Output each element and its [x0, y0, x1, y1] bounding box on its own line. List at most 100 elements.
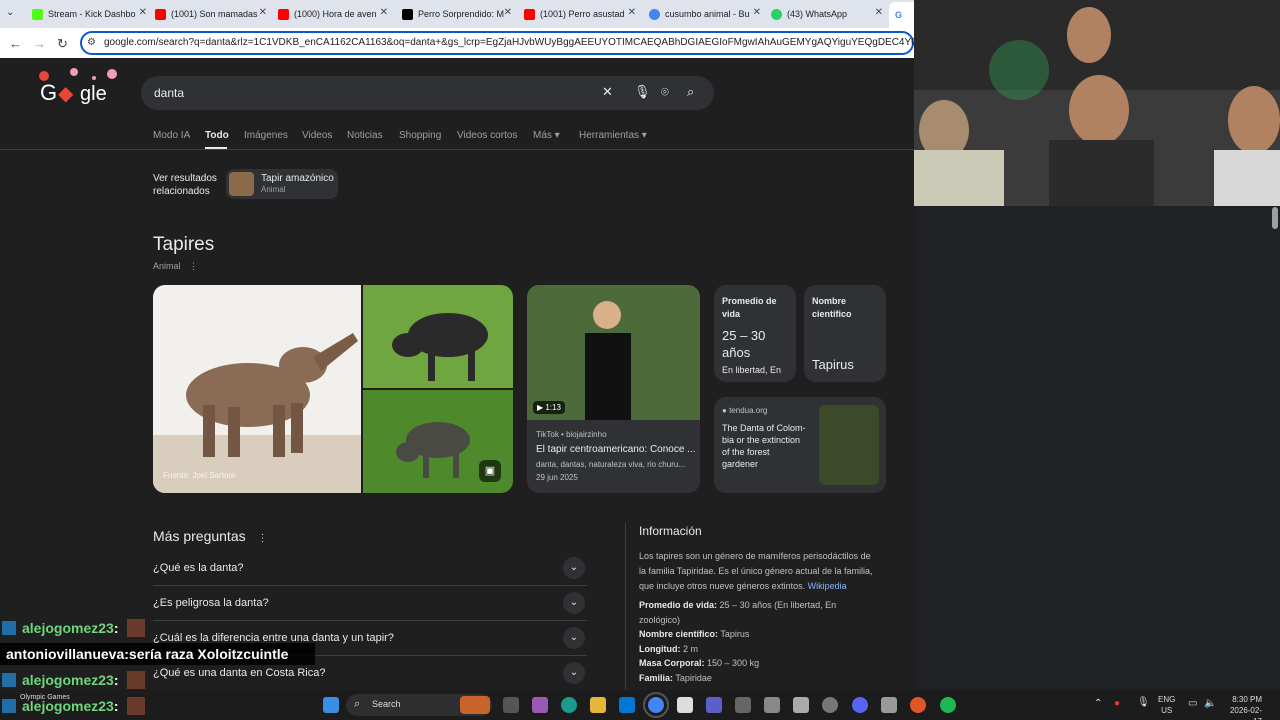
article-card[interactable]: ● tendua.org The Danta of Colom-bia or t… — [714, 397, 886, 493]
fact-row: Masa Corporal: 150 – 300 kg — [639, 658, 760, 668]
file-explorer-icon[interactable] — [590, 697, 606, 713]
display-icon[interactable]: ▭ — [1188, 698, 1197, 709]
clear-icon[interactable]: ✕ — [602, 84, 613, 100]
streamlabs-icon[interactable] — [910, 697, 926, 713]
chrome-icon[interactable] — [643, 692, 669, 718]
youtube-icon — [524, 8, 535, 20]
svg-text:gle: gle — [80, 83, 107, 105]
tab-active-google[interactable]: G — [889, 2, 914, 28]
empty-area — [914, 206, 1280, 690]
chat-message: alejogomez23 : — [2, 695, 145, 717]
windows-start-icon[interactable] — [323, 697, 339, 713]
google-doodle-logo[interactable]: G ◆ gle — [39, 68, 118, 106]
search-icon[interactable]: ⌕ — [687, 84, 694, 100]
tab-tiktok[interactable]: Perro Sorprendido: M ✕ — [402, 4, 512, 24]
gallery-icon[interactable]: ▣ — [479, 460, 501, 482]
reload-icon[interactable]: ↻ — [57, 36, 68, 52]
forward-icon[interactable]: → — [33, 36, 46, 51]
scrollbar-thumb[interactable] — [1272, 207, 1278, 229]
task-view-icon[interactable] — [503, 697, 519, 713]
faq-item[interactable]: ¿Qué es la danta? ⌄ — [153, 551, 587, 586]
tab-youtube-2[interactable]: (1000) Hora de aven ✕ — [278, 4, 388, 24]
badge-icon — [2, 699, 16, 713]
volume-icon[interactable]: 🔈 — [1204, 698, 1216, 709]
microphone-icon[interactable]: 🎙 — [1137, 697, 1150, 708]
fact-row: Nombre científico: Tapirus — [639, 629, 750, 639]
store-icon[interactable] — [677, 697, 693, 713]
tools-icon[interactable] — [764, 697, 780, 713]
language-indicator[interactable]: ENG US — [1158, 694, 1175, 716]
close-icon[interactable]: ✕ — [259, 7, 267, 18]
doodle-flowers-icon: G ◆ gle — [39, 68, 117, 105]
search-box[interactable]: danta ✕ 🎙 ⌾ ⌕ — [141, 76, 714, 110]
tab-noticias[interactable]: Noticias — [347, 130, 383, 141]
video-duration: ▶ 1:13 — [533, 401, 565, 414]
tab-youtube-3[interactable]: (1001) Perro asustad ✕ — [524, 4, 636, 24]
faq-item[interactable]: ¿Es peligrosa la danta? ⌄ — [153, 586, 587, 621]
close-icon[interactable]: ✕ — [504, 7, 512, 18]
search-input[interactable]: danta — [154, 86, 184, 100]
tab-google-search[interactable]: cusumbo animal - Bu ✕ — [649, 4, 761, 24]
webcam-people-image — [914, 0, 1280, 206]
wikipedia-link[interactable]: Wikipedia — [808, 581, 847, 591]
editor-icon[interactable] — [881, 697, 897, 713]
clock[interactable]: 8:30 PM2026-02-17 — [1222, 694, 1262, 720]
copilot-icon[interactable] — [532, 697, 548, 713]
close-icon[interactable]: ✕ — [753, 7, 761, 18]
chevron-up-icon[interactable]: ⌃ — [1094, 698, 1102, 709]
scientific-name-card[interactable]: Nombre científico Tapirus — [804, 285, 886, 382]
vpn-icon[interactable] — [706, 697, 722, 713]
spotify-icon[interactable] — [940, 697, 956, 713]
close-icon[interactable]: ✕ — [628, 7, 636, 18]
tab-todo[interactable]: Todo — [205, 130, 229, 141]
microphone-icon[interactable]: 🎙 — [634, 84, 651, 100]
google-icon — [649, 8, 660, 20]
taskbar-search[interactable]: ⌕ Search — [346, 694, 492, 716]
apps-icon[interactable] — [735, 697, 751, 713]
record-icon[interactable]: ● — [1114, 698, 1120, 709]
entity-title: Tapires — [153, 234, 215, 255]
badge-icon — [2, 621, 16, 635]
tab-imagenes[interactable]: Imágenes — [244, 130, 288, 141]
video-title[interactable]: El tapir centroamericano: Conoce ... — [536, 444, 696, 455]
tab-videos-cortos[interactable]: Videos cortos — [457, 130, 517, 141]
chevron-down-icon[interactable]: ⌄ — [563, 627, 585, 649]
lens-icon[interactable]: ⌾ — [661, 84, 669, 100]
edge-icon[interactable] — [561, 697, 577, 713]
life-span-card[interactable]: Promedio de vida 25 – 30 años En libertad,… — [714, 285, 796, 382]
back-icon[interactable]: ← — [9, 36, 22, 51]
tab-herramientas[interactable]: Herramientas ▾ — [579, 130, 647, 141]
tapir-image-main[interactable]: Fuente: Joel Sartore — [153, 285, 361, 493]
chevron-down-icon[interactable]: ⌄ — [563, 592, 585, 614]
close-icon[interactable]: ✕ — [380, 7, 388, 18]
site-info-icon[interactable]: ⚙ — [87, 37, 96, 48]
tab-search-chevron-icon[interactable]: ⌄ — [6, 7, 14, 18]
video-card[interactable]: ▶ 1:13 TikTok • biojairzinho El tapir ce… — [527, 285, 700, 493]
discord-icon[interactable] — [852, 697, 868, 713]
mail-icon[interactable] — [619, 697, 635, 713]
taskbar — [0, 690, 1280, 720]
chevron-down-icon[interactable]: ⌄ — [563, 557, 585, 579]
tab-mas[interactable]: Más ▾ — [533, 130, 560, 141]
chevron-down-icon[interactable]: ⌄ — [563, 662, 585, 684]
tab-shopping[interactable]: Shopping — [399, 130, 441, 141]
emote-icon — [126, 671, 145, 689]
info-text: que incluye otros nueve géneros extintos… — [639, 581, 847, 591]
tab-modo-ia[interactable]: Modo IA — [153, 130, 190, 141]
more-options-icon[interactable]: ⋮ — [189, 261, 198, 271]
svg-text:G: G — [40, 80, 57, 105]
tab-youtube-1[interactable]: (1001) Son mamadas ✕ — [155, 4, 267, 24]
obs-icon[interactable] — [822, 697, 838, 713]
chat-message: antoniovillanueva : sería raza Xoloitzcu… — [0, 643, 315, 665]
info-text: Los tapires son un género de mamíferos p… — [639, 551, 871, 561]
tab-videos[interactable]: Videos — [302, 130, 332, 141]
tapir-image-2[interactable] — [363, 285, 513, 388]
tab-kick[interactable]: Stream - Kick Dashbo ✕ — [32, 4, 147, 24]
close-icon[interactable]: ✕ — [139, 7, 147, 18]
tab-whatsapp[interactable]: (43) WhatsApp ✕ — [771, 4, 883, 24]
notes-icon[interactable] — [793, 697, 809, 713]
tapir-image-3[interactable]: ▣ — [363, 390, 513, 493]
more-options-icon[interactable]: ⋮ — [258, 533, 268, 544]
url-text[interactable]: google.com/search?q=danta&rlz=1C1VDKB_en… — [104, 37, 914, 48]
close-icon[interactable]: ✕ — [875, 7, 883, 18]
